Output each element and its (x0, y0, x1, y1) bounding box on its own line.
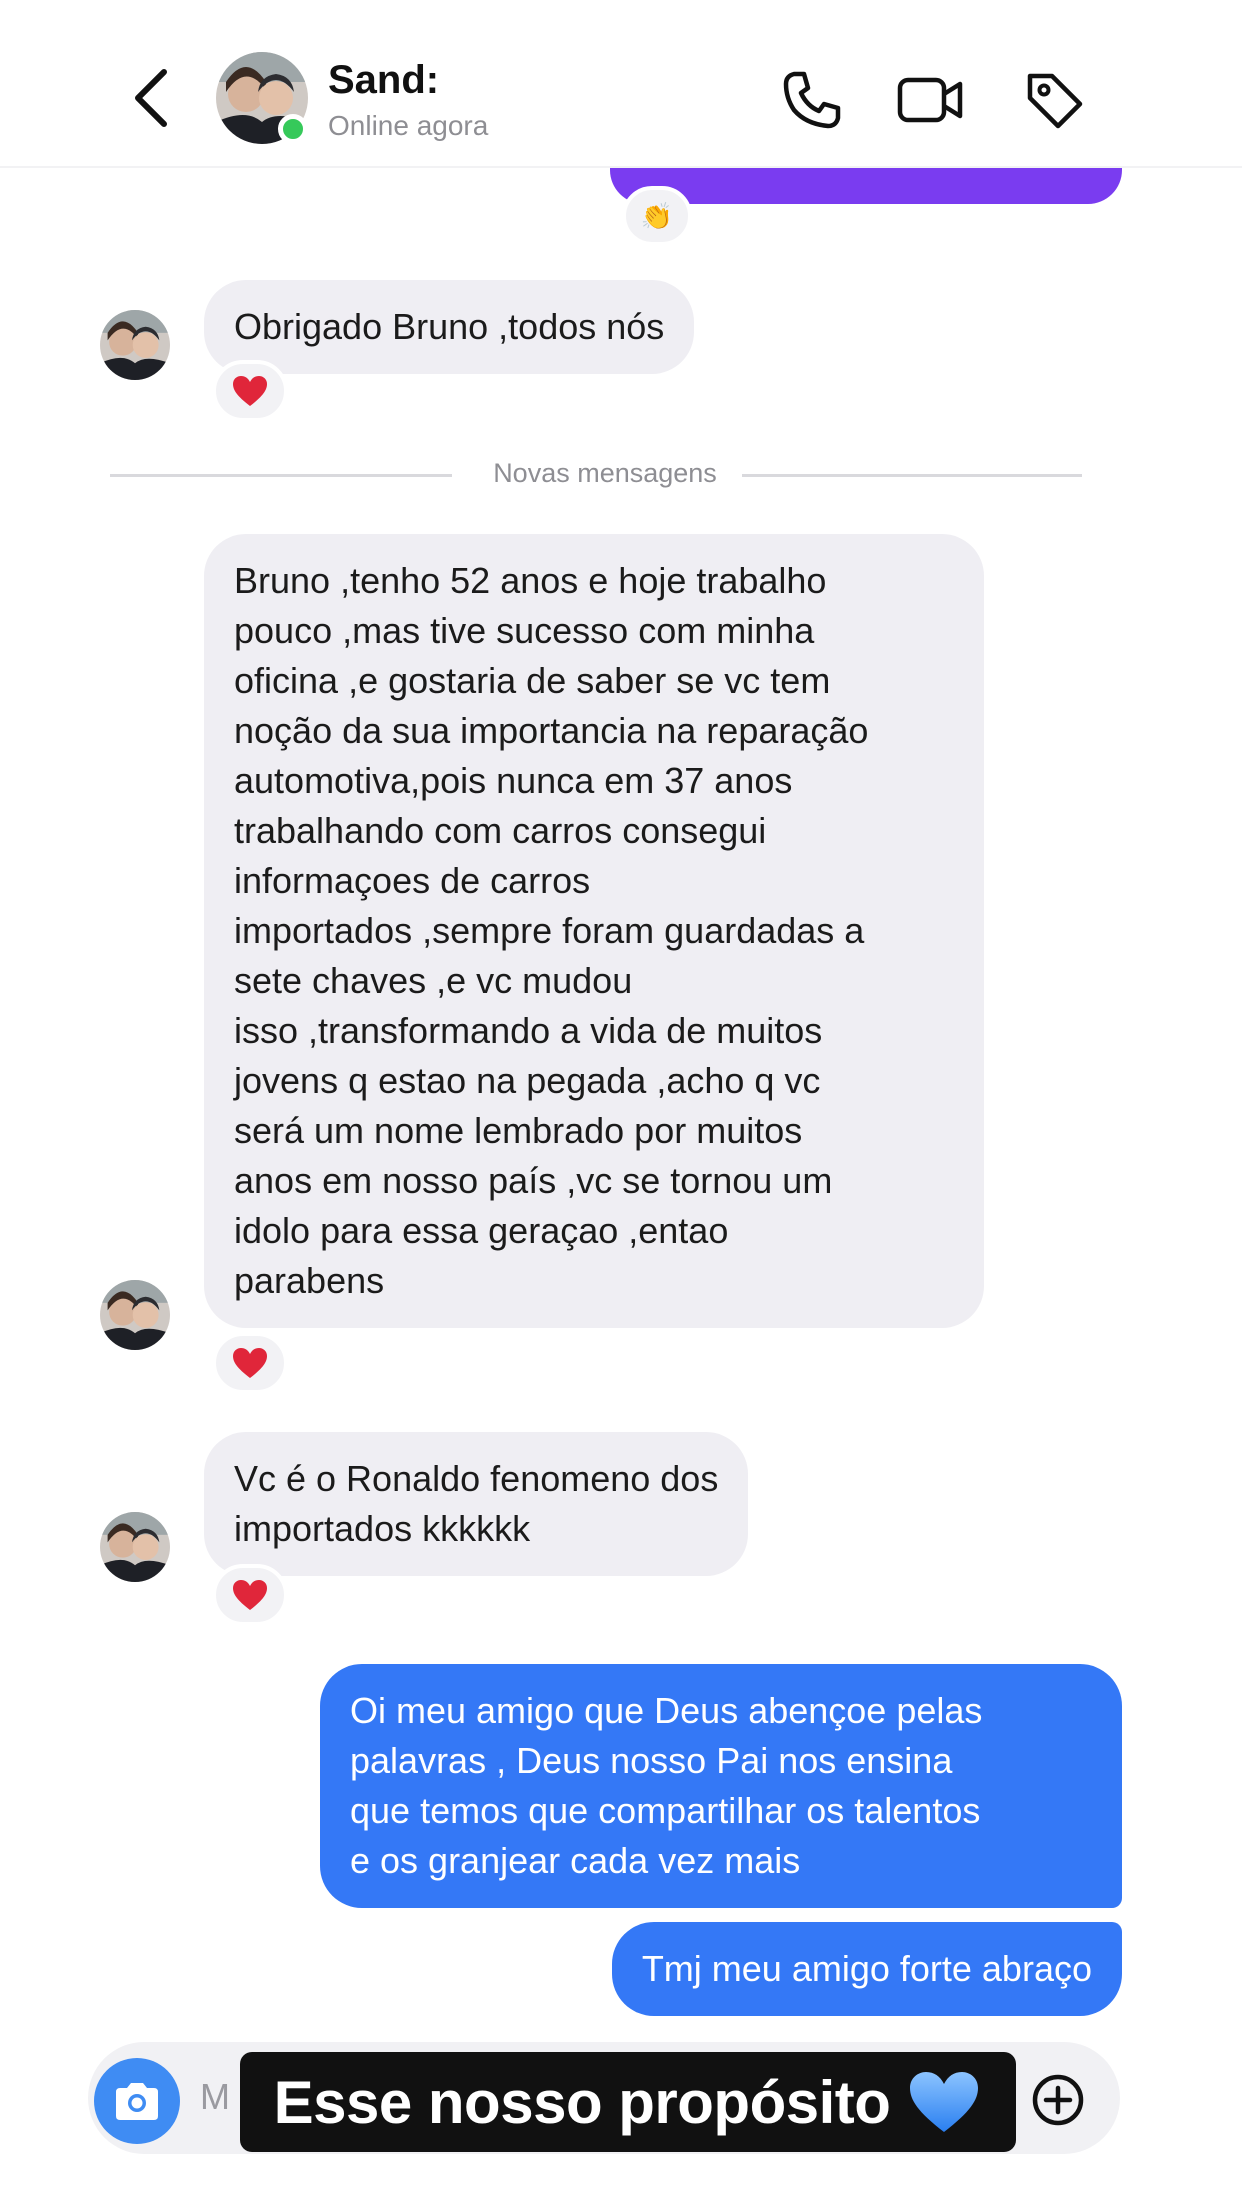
call-button[interactable] (780, 68, 844, 132)
avatar-photo (100, 1512, 170, 1582)
avatar-photo (100, 1280, 170, 1350)
reaction-badge[interactable]: 👏 (622, 186, 692, 246)
video-call-button[interactable] (896, 68, 963, 132)
contact-avatar-small[interactable] (100, 1280, 170, 1350)
clapping-hands-icon: 👏 (640, 200, 674, 231)
chevron-left-icon (135, 69, 167, 127)
avatar-photo (100, 310, 170, 380)
message-text: Tmj meu amigo forte abraço (641, 1948, 1092, 1989)
message-line: isso ,transformando a vida de muitos (234, 1010, 823, 1051)
message-text: Obrigado Bruno ,todos nós (234, 306, 665, 347)
message-line: Vc é o Ronaldo fenomeno dos (234, 1458, 719, 1499)
heart-icon (233, 1580, 267, 1610)
message-line: será um nome lembrado por muitos (234, 1110, 803, 1151)
divider-line-right (742, 474, 1082, 477)
contact-avatar-small[interactable] (100, 310, 170, 380)
add-button[interactable] (1030, 2072, 1086, 2128)
message-line: informaçoes de carros (234, 860, 591, 901)
new-messages-divider: Novas mensagens (493, 458, 717, 488)
heart-icon (233, 376, 267, 406)
camera-icon (116, 2083, 158, 2120)
contact-status: Online agora (328, 110, 489, 141)
message-line: e os granjear cada vez mais (350, 1840, 801, 1881)
phone-icon (783, 71, 841, 129)
online-indicator (278, 114, 308, 144)
message-line: sete chaves ,e vc mudou (234, 960, 633, 1001)
caption-text: Esse nosso propósito (273, 2068, 891, 2136)
blue-heart-icon (906, 2068, 982, 2136)
message-line: Bruno ,tenho 52 anos e hoje trabalho (234, 560, 827, 601)
message-line: Oi meu amigo que Deus abençoe pelas (350, 1690, 983, 1731)
heart-reaction[interactable] (212, 360, 288, 422)
message-line: jovens q estao na pegada ,acho q vc (234, 1060, 821, 1101)
message-line: anos em nosso país ,vc se tornou um (234, 1160, 833, 1201)
caption-overlay: Esse nosso propósito (240, 2052, 1016, 2152)
chat-screen: Sand: Online agora 👏 Obrigado Bruno ,tod… (0, 0, 1242, 2208)
heart-reaction[interactable] (212, 1332, 288, 1394)
heart-reaction[interactable] (212, 1564, 288, 1626)
message-line: noção da sua importancia na reparação (234, 710, 869, 751)
message-line: trabalhando com carros consegui (234, 810, 767, 851)
contact-avatar-small[interactable] (100, 1512, 170, 1582)
message-line: palavras , Deus nosso Pai nos ensina (350, 1740, 953, 1781)
heart-icon (233, 1348, 267, 1378)
incoming-message[interactable]: Obrigado Bruno ,todos nós (204, 280, 695, 374)
camera-button[interactable] (94, 2058, 180, 2144)
message-line: idolo para essa geraçao ,entao (234, 1210, 729, 1251)
tag-icon (1027, 73, 1083, 129)
incoming-message[interactable]: Bruno ,tenho 52 anos e hoje trabalho pou… (204, 534, 984, 1328)
outgoing-message[interactable]: Oi meu amigo que Deus abençoe pelas pala… (320, 1664, 1122, 1908)
chat-header: Sand: Online agora (0, 0, 1242, 168)
message-line: pouco ,mas tive sucesso com minha (234, 610, 815, 651)
plus-circle-icon (1032, 2074, 1084, 2126)
tag-button[interactable] (1022, 68, 1086, 132)
contact-name[interactable]: Sand: (328, 58, 438, 103)
message-line: importados ,sempre foram guardadas a (234, 910, 865, 951)
message-line: que temos que compartilhar os talentos (350, 1790, 981, 1831)
outgoing-message[interactable]: Tmj meu amigo forte abraço (611, 1922, 1122, 2016)
message-input[interactable]: M (200, 2076, 230, 2118)
incoming-message[interactable]: Vc é o Ronaldo fenomeno dos importados k… (204, 1432, 749, 1576)
video-camera-icon (897, 77, 963, 123)
divider-line-left (110, 474, 452, 477)
back-button[interactable] (128, 66, 176, 130)
message-line: oficina ,e gostaria de saber se vc tem (234, 660, 831, 701)
message-line: automotiva,pois nunca em 37 anos (234, 760, 793, 801)
message-line: importados kkkkkk (234, 1508, 531, 1549)
message-line: parabens (234, 1260, 385, 1301)
